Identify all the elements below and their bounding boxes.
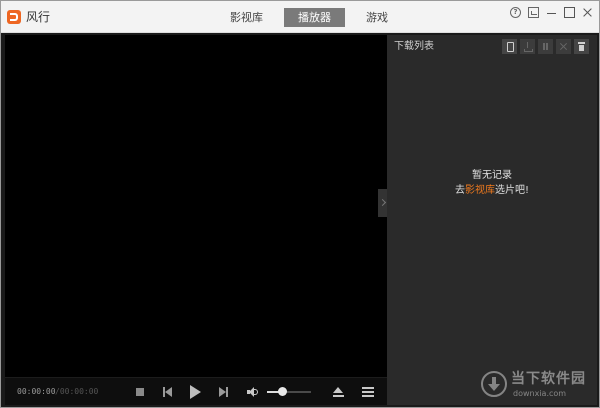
maximize-icon[interactable] (564, 6, 575, 18)
tab-library[interactable]: 影视库 (221, 8, 272, 27)
app-logo-icon (7, 10, 21, 24)
empty-hint: 去影视库选片吧! (387, 183, 597, 198)
tab-player[interactable]: 播放器 (284, 8, 345, 27)
eject-icon[interactable] (333, 387, 344, 397)
current-time: 00:00:00 (17, 387, 56, 396)
main-nav: 影视库 播放器 游戏 (221, 8, 397, 27)
watermark-domain: downxia.com (513, 389, 567, 398)
panel-toolbar (502, 39, 589, 54)
empty-state: 暂无记录 去影视库选片吧! (387, 168, 597, 198)
playlist-icon[interactable] (362, 387, 374, 397)
trash-icon[interactable] (574, 39, 589, 54)
volume-knob[interactable] (278, 387, 287, 396)
total-time: /00:00:00 (55, 387, 99, 396)
title-bar: 风行 影视库 播放器 游戏 ? (1, 1, 599, 33)
download-panel: 下载列表 暂无记录 去影视库选片吧! (387, 35, 597, 405)
watermark: 当下软件园 downxia.com (479, 368, 591, 402)
help-icon[interactable]: ? (510, 6, 521, 18)
volume-slider[interactable] (267, 387, 311, 397)
close-icon[interactable] (582, 7, 593, 18)
next-icon[interactable] (219, 387, 229, 397)
minimize-icon[interactable] (546, 7, 557, 18)
play-icon[interactable] (190, 385, 201, 399)
library-link[interactable]: 影视库 (465, 185, 495, 196)
volume-icon[interactable] (247, 387, 259, 397)
download-icon[interactable] (520, 39, 535, 54)
pause-icon[interactable] (538, 39, 553, 54)
tab-games[interactable]: 游戏 (357, 8, 397, 27)
empty-title: 暂无记录 (472, 170, 512, 181)
player-control-bar: 00:00:00 /00:00:00 (5, 377, 387, 405)
panel-collapse-button[interactable] (378, 189, 387, 217)
prev-icon[interactable] (163, 387, 173, 397)
video-area[interactable] (5, 35, 387, 377)
panel-title: 下载列表 (394, 41, 434, 52)
phone-icon[interactable] (502, 39, 517, 54)
video-player: 00:00:00 /00:00:00 (5, 35, 387, 405)
download-arrow-icon (481, 371, 507, 397)
empty-suffix: 选片吧! (494, 185, 529, 196)
watermark-title: 当下软件园 (511, 371, 586, 387)
mini-mode-icon[interactable] (528, 6, 539, 18)
empty-prefix: 去 (454, 185, 465, 196)
app-window: 风行 影视库 播放器 游戏 ? 00:00:00 /00:00:00 下载列表 … (0, 0, 600, 408)
stop-icon[interactable] (136, 388, 144, 396)
cross-icon[interactable] (556, 39, 571, 54)
app-name: 风行 (26, 10, 51, 24)
window-controls: ? (510, 6, 593, 18)
